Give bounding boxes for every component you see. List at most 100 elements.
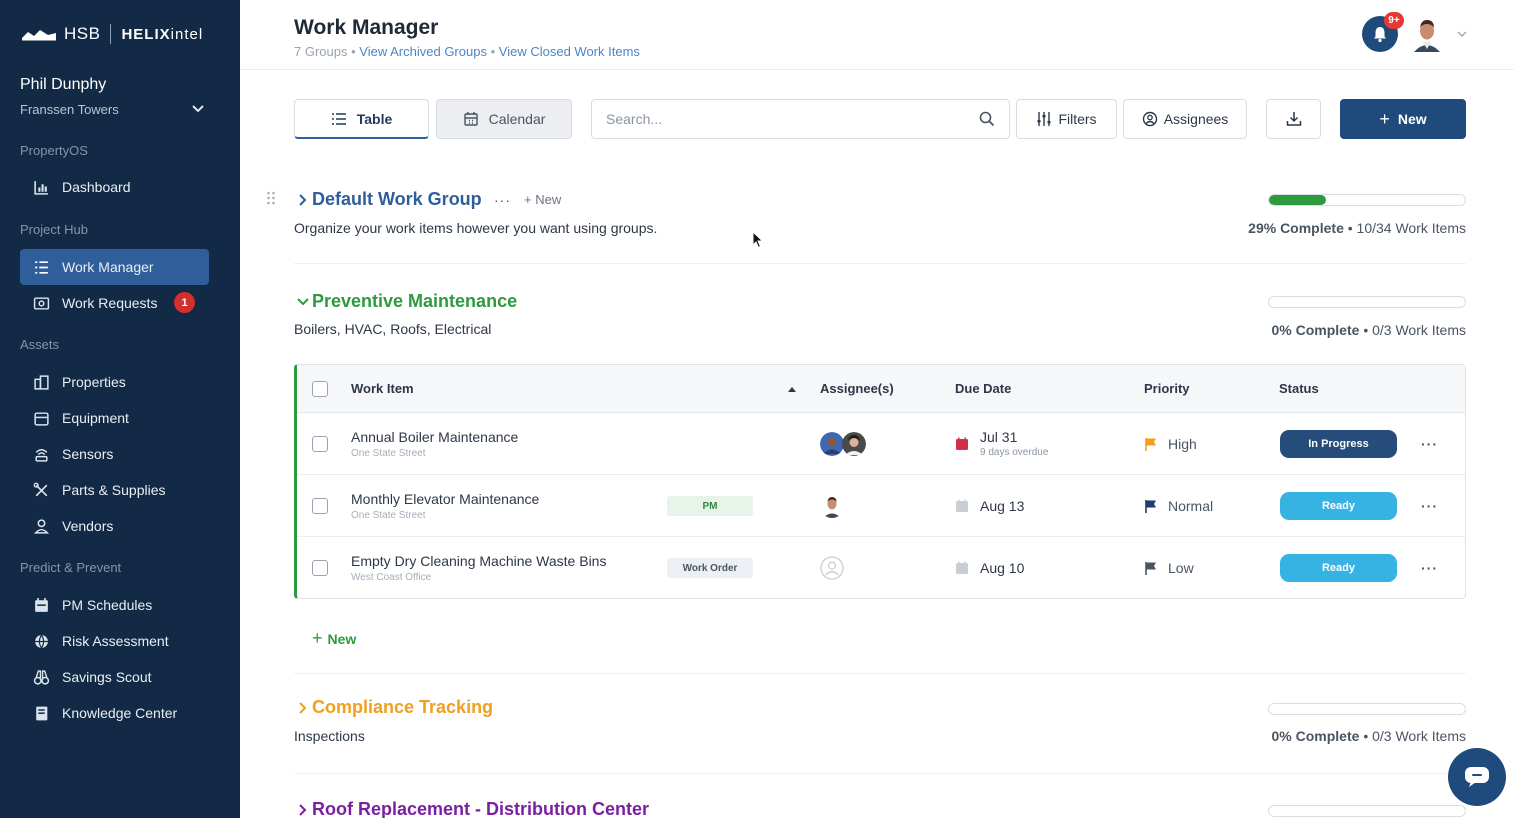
calendar-view-tab[interactable]: Calendar	[436, 99, 572, 139]
table-row[interactable]: Empty Dry Cleaning Machine Waste Bins We…	[297, 537, 1465, 599]
group-title-roof-replacement[interactable]: Roof Replacement - Distribution Center	[294, 799, 649, 818]
sidebar-item-properties[interactable]: Properties	[20, 364, 209, 400]
priority-cell[interactable]: Normal	[1144, 475, 1213, 536]
row-checkbox[interactable]	[312, 413, 328, 474]
user-placeholder-icon[interactable]	[820, 556, 844, 580]
group-title-compliance[interactable]: Compliance Tracking	[294, 697, 493, 718]
view-archived-groups-link[interactable]: View Archived Groups	[359, 44, 487, 59]
brand-logo[interactable]: HSB HELIXintel	[20, 22, 203, 46]
work-item-name[interactable]: Annual Boiler Maintenance	[351, 429, 518, 445]
chevron-down-icon[interactable]	[294, 293, 312, 311]
work-item-name[interactable]: Monthly Elevator Maintenance	[351, 491, 539, 507]
row-more-button[interactable]: ···	[1421, 537, 1438, 599]
column-header-priority[interactable]: Priority	[1144, 365, 1190, 412]
download-icon	[1286, 112, 1301, 126]
sidebar-item-dashboard[interactable]: Dashboard	[20, 169, 209, 205]
chevron-right-icon[interactable]	[294, 191, 312, 209]
add-work-item-label: New	[327, 630, 357, 647]
chevron-right-icon[interactable]	[294, 699, 312, 717]
chevron-down-icon[interactable]	[190, 100, 206, 116]
status-badge[interactable]: In Progress	[1280, 429, 1397, 458]
column-header-assignees[interactable]: Assignee(s)	[820, 365, 894, 412]
table-row[interactable]: Annual Boiler Maintenance One State Stre…	[297, 413, 1465, 475]
table-view-tab[interactable]: Table	[294, 99, 429, 139]
sidebar-item-work-manager[interactable]: Work Manager	[20, 249, 209, 285]
status-badge[interactable]: Ready	[1280, 554, 1397, 582]
select-all-checkbox[interactable]	[312, 365, 328, 412]
due-date-cell: Jul 31 9 days overdue	[955, 413, 1048, 474]
work-item-cell[interactable]: Monthly Elevator Maintenance One State S…	[351, 475, 539, 536]
assignee-placeholder[interactable]	[820, 537, 844, 599]
notification-count-badge: 9+	[1384, 12, 1404, 29]
sidebar-item-knowledge-center[interactable]: Knowledge Center	[20, 695, 209, 731]
column-header-work-item[interactable]: Work Item	[351, 365, 414, 412]
property-selector[interactable]: Franssen Towers	[20, 102, 119, 117]
assignees-button[interactable]: Assignees	[1123, 99, 1247, 139]
status-cell[interactable]: Ready	[1280, 475, 1397, 536]
status-cell[interactable]: In Progress	[1280, 413, 1397, 474]
avatar[interactable]	[820, 493, 844, 518]
add-work-item-button[interactable]: + New	[312, 628, 356, 649]
avatar[interactable]	[842, 431, 866, 456]
column-header-due-date[interactable]: Due Date	[955, 365, 1011, 412]
row-checkbox[interactable]	[312, 537, 328, 599]
header-subline: 7 Groups • View Archived Groups • View C…	[294, 44, 640, 59]
assignee-avatars[interactable]	[820, 475, 844, 536]
priority-cell[interactable]: Low	[1144, 537, 1194, 599]
sidebar-item-equipment[interactable]: Equipment	[20, 400, 209, 436]
export-button[interactable]	[1266, 99, 1321, 139]
sidebar-item-savings-scout[interactable]: Savings Scout	[20, 659, 209, 695]
work-item-cell[interactable]: Annual Boiler Maintenance One State Stre…	[351, 413, 518, 474]
chat-support-button[interactable]	[1448, 748, 1506, 806]
avatar[interactable]	[820, 431, 844, 456]
brand-divider	[110, 24, 112, 44]
group-progress-stat: 0% Complete • 0/3 Work Items	[1271, 728, 1467, 744]
priority-cell[interactable]: High	[1144, 413, 1197, 474]
calendar-overdue-icon	[956, 437, 968, 450]
drag-handle-icon[interactable]	[266, 191, 276, 205]
group-more-button[interactable]: ···	[494, 192, 511, 208]
view-closed-work-items-link[interactable]: View Closed Work Items	[499, 44, 640, 59]
status-cell[interactable]: Ready	[1280, 537, 1397, 599]
sidebar-item-label: PM Schedules	[62, 597, 153, 613]
hsb-logo-icon	[22, 30, 56, 41]
new-work-item-button[interactable]: + New	[1340, 99, 1466, 139]
group-title-default[interactable]: Default Work Group	[294, 189, 482, 210]
vendor-icon	[20, 518, 62, 535]
sidebar-item-work-requests[interactable]: Work Requests 1	[20, 285, 209, 321]
due-date-cell: Aug 10	[955, 537, 1024, 599]
sidebar-item-risk-assessment[interactable]: Risk Assessment	[20, 623, 209, 659]
mouse-cursor-icon	[752, 231, 764, 249]
due-date: Aug 13	[980, 497, 1025, 514]
chevron-right-icon[interactable]	[294, 801, 312, 818]
row-checkbox[interactable]	[312, 475, 328, 536]
sort-ascending-icon[interactable]	[787, 365, 797, 412]
sidebar-item-label: Work Requests	[62, 295, 158, 311]
work-item-name[interactable]: Empty Dry Cleaning Machine Waste Bins	[351, 553, 606, 569]
sidebar-item-pm-schedules[interactable]: PM Schedules	[20, 587, 209, 623]
group-add-new-button[interactable]: + New	[524, 192, 561, 207]
sidebar-item-sensors[interactable]: Sensors	[20, 436, 209, 472]
user-name[interactable]: Phil Dunphy	[20, 76, 106, 94]
search-icon[interactable]	[979, 111, 995, 127]
row-more-button[interactable]: ···	[1421, 413, 1438, 474]
search-input[interactable]	[606, 111, 979, 127]
search-box[interactable]	[591, 99, 1010, 139]
row-more-button[interactable]: ···	[1421, 475, 1438, 536]
filters-button[interactable]: Filters	[1016, 99, 1117, 139]
chevron-down-icon[interactable]	[1455, 27, 1469, 41]
work-items-table: Work Item Assignee(s) Due Date Priority …	[294, 364, 1466, 599]
work-item-cell[interactable]: Empty Dry Cleaning Machine Waste Bins We…	[351, 537, 606, 599]
table-row[interactable]: Monthly Elevator Maintenance One State S…	[297, 475, 1465, 537]
group-title-preventive[interactable]: Preventive Maintenance	[294, 291, 517, 312]
due-date-cell: Aug 13	[955, 475, 1024, 536]
new-label: New	[1397, 111, 1427, 127]
assignee-avatars[interactable]	[820, 413, 866, 474]
column-header-status[interactable]: Status	[1279, 365, 1319, 412]
sidebar-item-vendors[interactable]: Vendors	[20, 508, 209, 544]
avatar[interactable]	[1410, 16, 1444, 52]
group-title-text: Compliance Tracking	[312, 697, 494, 717]
status-badge[interactable]: Ready	[1280, 491, 1397, 520]
sidebar-item-parts-supplies[interactable]: Parts & Supplies	[20, 472, 209, 508]
book-icon	[20, 705, 62, 722]
